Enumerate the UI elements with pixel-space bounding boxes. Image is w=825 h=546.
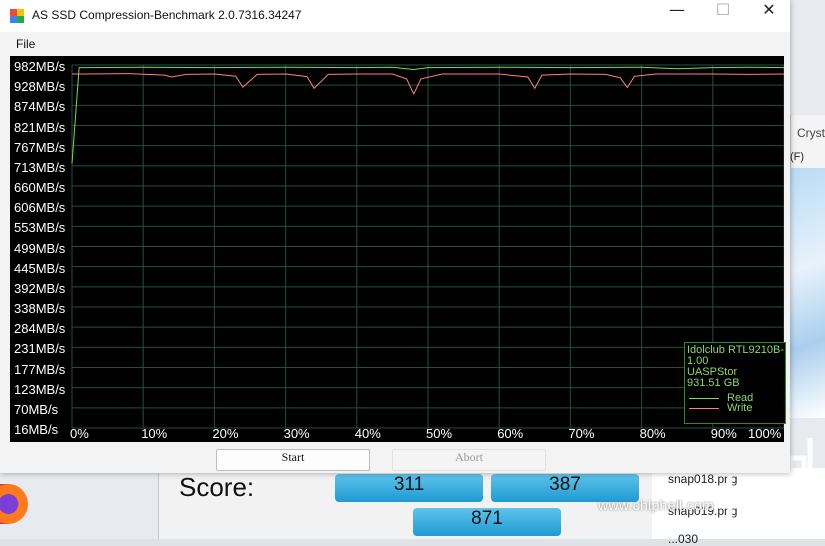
legend-write-label: Write — [727, 402, 753, 414]
app-icon — [10, 9, 24, 23]
graph-plot — [71, 64, 784, 429]
legend-write-swatch — [689, 408, 719, 409]
minimize-button[interactable]: — — [654, 0, 700, 32]
y-tick-label: 660MB/s — [14, 180, 66, 195]
window-title: AS SSD Compression-Benchmark 2.0.7316.34… — [32, 8, 302, 22]
x-tick-label: 30% — [283, 426, 310, 441]
close-button[interactable]: ✕ — [746, 0, 792, 32]
score-label: Score: — [179, 472, 255, 502]
x-tick-label: 10% — [141, 426, 168, 441]
watermark-text: www.chiphell.com — [598, 497, 715, 513]
x-tick-label: 40% — [354, 426, 381, 441]
x-tick-label: 70% — [568, 426, 595, 441]
x-tick-label: 100% — [748, 426, 782, 441]
legend-capacity: 931.51 GB — [687, 377, 740, 389]
x-tick-label: 80% — [639, 426, 666, 441]
score-read: 311 — [335, 474, 483, 502]
y-tick-label: 445MB/s — [14, 260, 66, 276]
y-tick-label: 284MB/s — [14, 321, 66, 337]
x-tick-label: 20% — [212, 426, 239, 441]
background-artwork — [790, 168, 825, 418]
y-tick-label: 231MB/s — [14, 341, 66, 357]
y-tick-label: 713MB/s — [14, 159, 66, 175]
y-tick-label: 982MB/s — [14, 59, 66, 74]
start-button[interactable]: Start — [216, 449, 370, 471]
title-bar[interactable]: AS SSD Compression-Benchmark 2.0.7316.34… — [0, 0, 790, 32]
file-item[interactable]: ...030 — [668, 532, 698, 546]
x-tick-label: 90% — [710, 426, 737, 441]
y-tick-label: 16MB/s — [14, 422, 59, 437]
y-tick-label: 499MB/s — [14, 240, 66, 256]
y-tick-label: 177MB/s — [14, 361, 66, 377]
score-total: 871 — [413, 508, 561, 536]
x-tick-label: 50% — [426, 426, 453, 441]
abort-button[interactable]: Abort — [392, 449, 546, 471]
y-tick-label: 392MB/s — [14, 280, 66, 296]
menu-bar: File — [0, 32, 790, 56]
y-tick-label: 767MB/s — [14, 139, 66, 155]
legend-read-swatch — [689, 398, 719, 399]
x-tick-label: 60% — [497, 426, 524, 441]
crystaldiskmark-menu[interactable]: (F) — [790, 151, 804, 163]
compression-benchmark-window: AS SSD Compression-Benchmark 2.0.7316.34… — [0, 0, 790, 473]
y-tick-label: 123MB/s — [14, 381, 66, 397]
y-tick-label: 70MB/s — [14, 401, 59, 417]
benchmark-graph: 982MB/s 928MB/s 874MB/s 821MB/s 767MB/s 713MB… — [10, 56, 786, 442]
y-tick-label: 553MB/s — [14, 220, 66, 236]
y-tick-label: 606MB/s — [14, 200, 66, 216]
y-tick-label: 821MB/s — [14, 119, 66, 135]
y-tick-label: 874MB/s — [14, 99, 66, 115]
graph-legend: Idolclub RTL9210B- 1.00 UASPStor 931.51 … — [684, 342, 786, 424]
y-tick-label: 928MB/s — [14, 79, 66, 95]
y-tick-label: 338MB/s — [14, 301, 66, 316]
x-tick-label: 0% — [70, 426, 89, 441]
maximize-button[interactable]: ☐ — [700, 0, 746, 32]
firefox-icon[interactable] — [0, 484, 28, 524]
menu-file[interactable]: File — [16, 37, 35, 51]
crystaldiskmark-title: Crysta — [797, 126, 825, 140]
